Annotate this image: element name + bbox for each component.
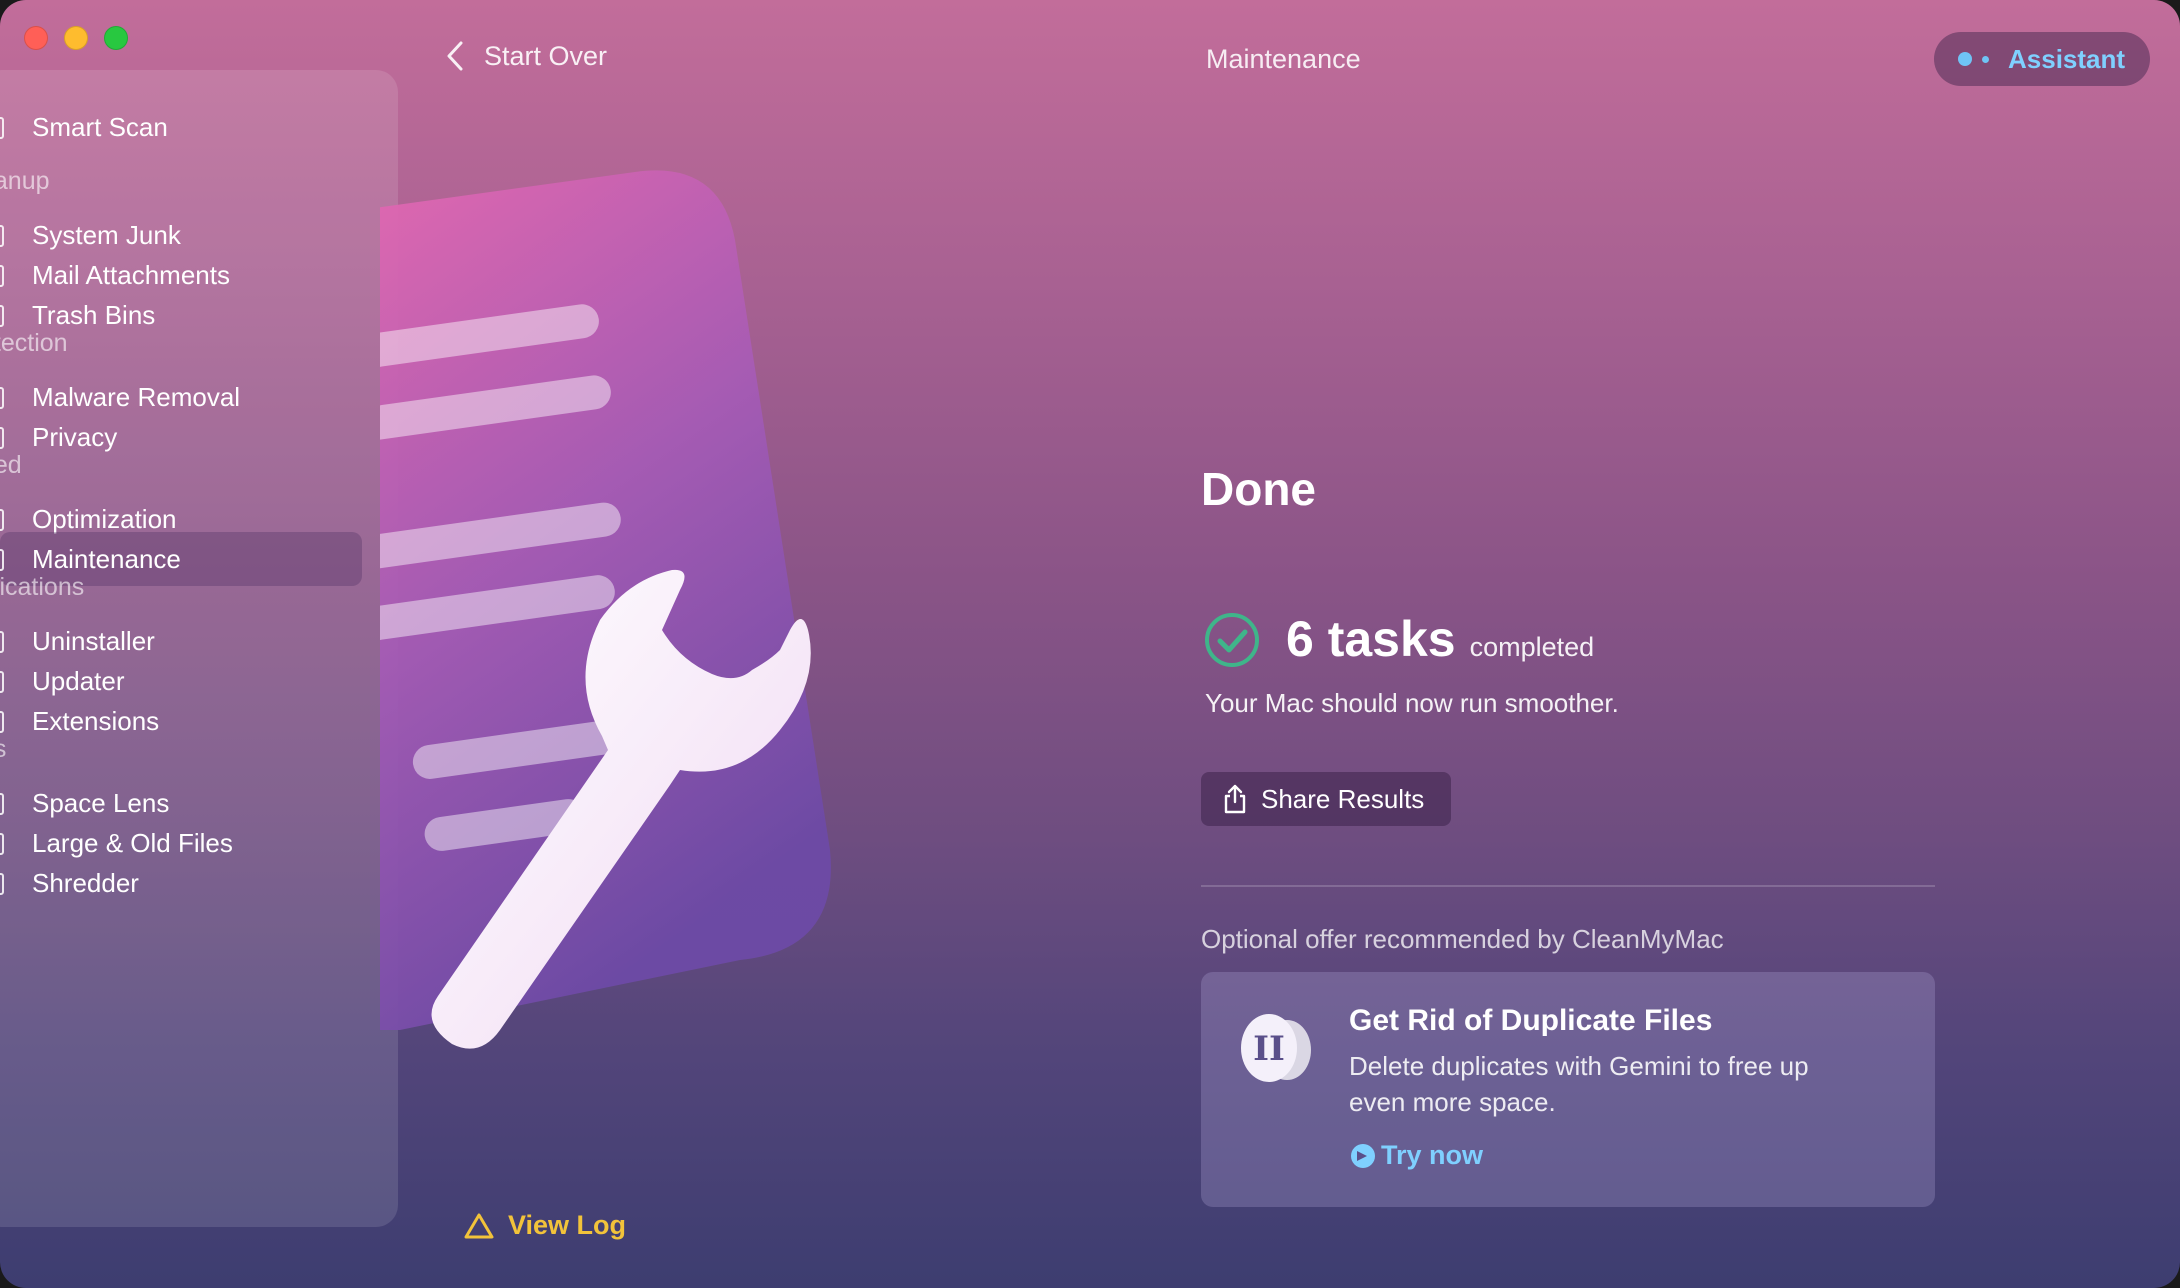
sidebar-section-cleanup: eanup — [0, 167, 50, 195]
offer-title: Get Rid of Duplicate Files — [1349, 1004, 1713, 1037]
view-log-button[interactable]: View Log — [464, 1210, 626, 1241]
warning-icon — [464, 1213, 494, 1238]
sidebar-item-privacy[interactable]: Privacy — [0, 410, 362, 464]
window-controls — [24, 26, 128, 50]
sidebar-item-label: Optimization — [32, 503, 177, 534]
offer-description: Delete duplicates with Gemini to free up… — [1349, 1051, 1809, 1117]
start-over-label: Start Over — [484, 40, 608, 71]
sidebar-item-label: Shredder — [32, 867, 139, 898]
large-old-files-icon — [0, 831, 8, 855]
sidebar-section-speed: eed — [0, 451, 22, 479]
sidebar-item-label: Malware Removal — [32, 381, 241, 412]
sidebar-item-extensions[interactable]: Extensions — [0, 694, 362, 748]
document-icon — [380, 170, 831, 1030]
assistant-button[interactable]: Assistant — [1934, 32, 2150, 86]
assistant-label: Assistant — [2008, 43, 2126, 74]
assistant-icon — [1958, 52, 1972, 66]
view-log-label: View Log — [508, 1210, 627, 1240]
updater-icon — [0, 669, 8, 693]
app-window: Smart Scan eanup System Junk Mail Attach… — [0, 0, 2180, 1288]
mail-attachments-icon — [0, 263, 8, 287]
sidebar-item-smart-scan[interactable]: Smart Scan — [0, 100, 362, 154]
share-icon — [1224, 784, 1246, 814]
optimization-icon — [0, 507, 8, 531]
maintenance-illustration — [380, 170, 831, 1049]
divider — [1201, 885, 1935, 887]
checkmark-circle-icon — [1205, 613, 1259, 667]
close-window-button[interactable] — [24, 26, 48, 50]
sidebar-item-label: System Junk — [32, 219, 181, 250]
share-results-label: Share Results — [1261, 783, 1425, 814]
malware-icon — [0, 385, 8, 409]
sidebar-item-label: Mail Attachments — [32, 259, 230, 290]
start-over-button[interactable]: Start Over — [446, 40, 607, 72]
sidebar: Smart Scan eanup System Junk Mail Attach… — [0, 70, 398, 1227]
sidebar-item-label: Extensions — [32, 705, 160, 736]
result-heading: Done — [1201, 463, 1316, 515]
sidebar-section-applications: plications — [0, 573, 85, 601]
sidebar-section-files: es — [0, 735, 7, 763]
chevron-left-icon — [447, 41, 463, 71]
offer-card: II Get Rid of Duplicate Files Delete dup… — [1201, 972, 1935, 1207]
sidebar-item-label: Trash Bins — [32, 299, 156, 330]
sidebar-item-label: Large & Old Files — [32, 827, 233, 858]
tasks-summary: 6 tasks completed — [1286, 610, 1594, 668]
tasks-completed-label: completed — [1469, 632, 1595, 662]
try-now-link[interactable]: Try now — [1351, 1140, 1483, 1171]
uninstaller-icon — [0, 629, 8, 653]
arrow-circle-icon — [1351, 1143, 1375, 1168]
sidebar-item-label: Space Lens — [32, 787, 170, 818]
extensions-icon — [0, 709, 8, 733]
assistant-icon-dot — [1982, 56, 1989, 63]
svg-text:II: II — [1253, 1029, 1285, 1069]
maintenance-icon — [0, 547, 8, 571]
gemini-app-icon: II — [1241, 1014, 1311, 1082]
system-junk-icon — [0, 223, 8, 247]
offer-header: Optional offer recommended by CleanMyMac — [1201, 924, 1724, 954]
smart-scan-icon — [0, 115, 8, 139]
privacy-icon — [0, 425, 8, 449]
trash-icon — [0, 303, 8, 327]
sidebar-item-shredder[interactable]: Shredder — [0, 856, 362, 910]
zoom-window-button[interactable] — [104, 26, 128, 50]
tasks-count: 6 tasks — [1286, 611, 1456, 667]
space-lens-icon — [0, 791, 8, 815]
sidebar-item-label: Uninstaller — [32, 625, 155, 656]
shredder-icon — [0, 871, 8, 895]
result-subtitle: Your Mac should now run smoother. — [1205, 688, 1619, 718]
sidebar-item-label: Privacy — [32, 421, 118, 452]
page-title: Maintenance — [1206, 44, 1361, 74]
minimize-window-button[interactable] — [64, 26, 88, 50]
sidebar-item-label: Smart Scan — [32, 111, 168, 142]
share-results-button[interactable]: Share Results — [1201, 772, 1451, 826]
sidebar-item-label: Maintenance — [32, 543, 181, 574]
sidebar-item-label: Updater — [32, 665, 125, 696]
sidebar-section-protection: otection — [0, 329, 68, 357]
try-now-label: Try now — [1381, 1140, 1484, 1170]
